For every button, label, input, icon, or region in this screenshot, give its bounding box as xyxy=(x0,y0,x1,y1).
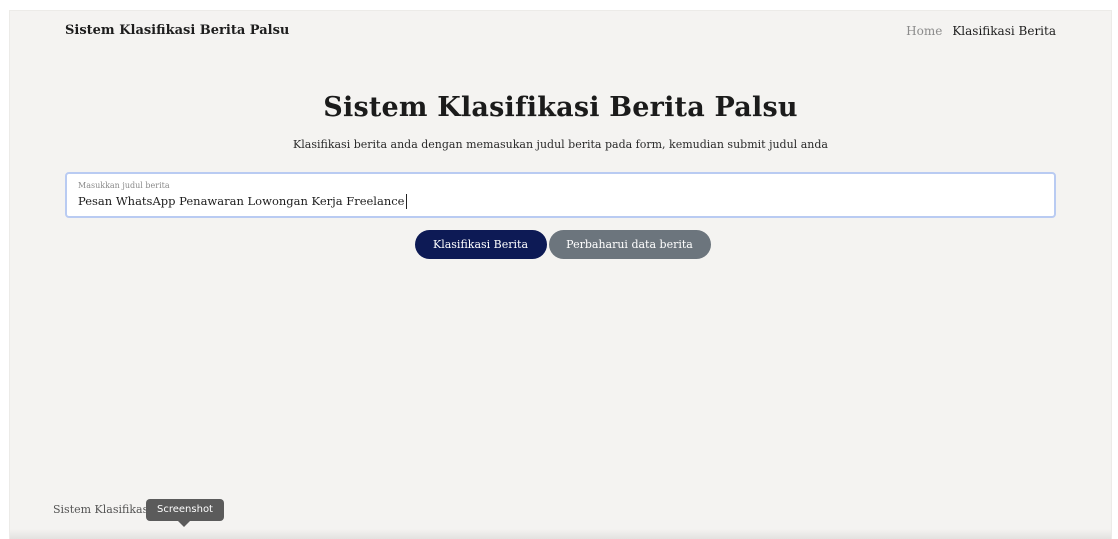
news-title-input-value[interactable]: Pesan WhatsApp Penawaran Lowongan Kerja … xyxy=(78,194,407,209)
nav-link-home[interactable]: Home xyxy=(906,24,942,38)
page-subtitle: Klasifikasi berita anda dengan memasukan… xyxy=(293,138,828,151)
classify-news-button[interactable]: Klasifikasi Berita xyxy=(414,230,547,259)
footer-shade xyxy=(10,529,1111,539)
brand-title[interactable]: Sistem Klasifikasi Berita Palsu xyxy=(65,23,289,38)
navbar: Sistem Klasifikasi Berita Palsu Home Kla… xyxy=(65,21,1056,45)
nav-links: Home Klasifikasi Berita xyxy=(906,24,1056,38)
update-news-data-button[interactable]: Perbaharui data berita xyxy=(548,230,711,259)
page-title: Sistem Klasifikasi Berita Palsu xyxy=(323,92,798,123)
screenshot-tooltip: Screenshot xyxy=(146,499,224,521)
page-container: Sistem Klasifikasi Berita Palsu Home Kla… xyxy=(10,11,1111,539)
nav-link-klasifikasi-berita[interactable]: Klasifikasi Berita xyxy=(952,24,1056,38)
news-title-input[interactable]: Masukkan judul berita Pesan WhatsApp Pen… xyxy=(65,172,1056,218)
tooltip-arrow-icon xyxy=(178,521,190,527)
action-buttons: Klasifikasi Berita Perbaharui data berit… xyxy=(10,230,1111,259)
news-title-input-label: Masukkan judul berita xyxy=(78,181,170,190)
